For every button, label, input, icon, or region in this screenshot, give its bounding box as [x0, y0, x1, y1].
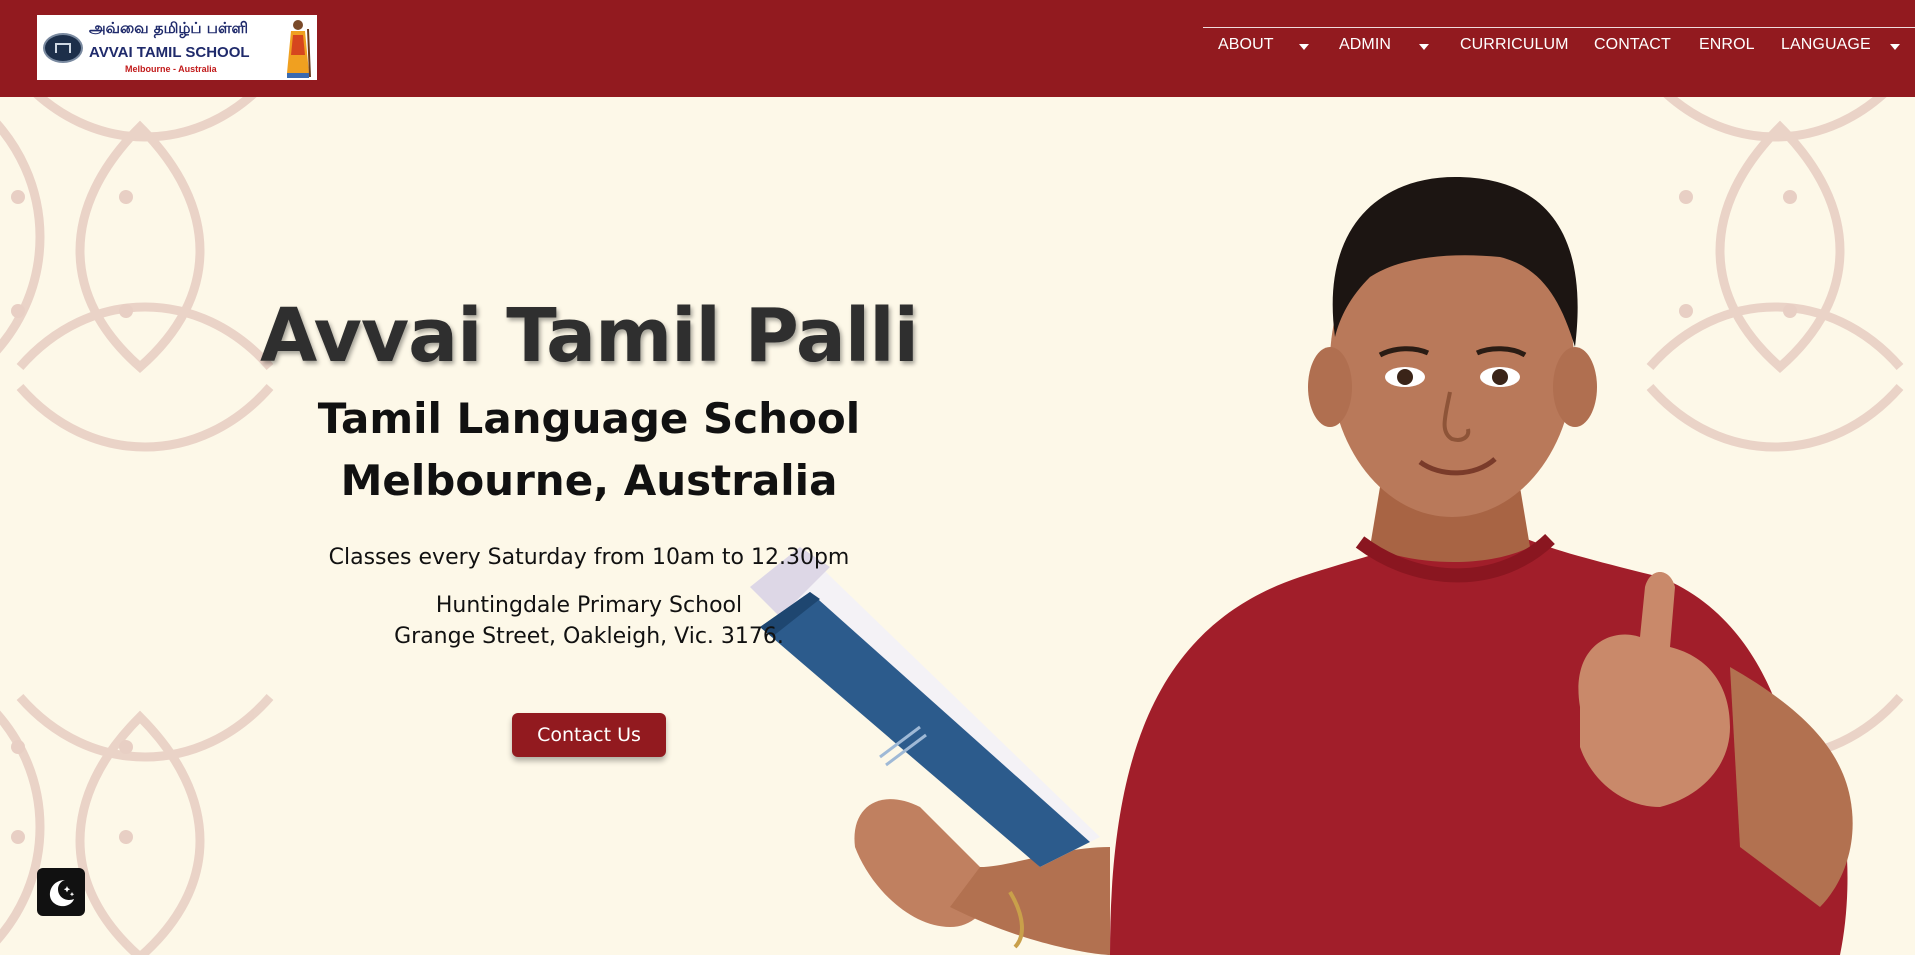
- logo-school-name: AVVAI TAMIL SCHOOL: [89, 44, 250, 61]
- admin-dropdown-caret-icon[interactable]: [1419, 44, 1429, 50]
- address-line-1: Huntingdale Primary School: [435, 593, 743, 618]
- school-address: Huntingdale Primary School Grange Street…: [200, 590, 978, 652]
- hero-section: Avvai Tamil Palli Tamil Language School …: [0, 97, 1915, 955]
- about-dropdown-caret-icon[interactable]: [1299, 44, 1309, 50]
- moon-stars-icon: [49, 880, 75, 907]
- language-dropdown-caret-icon[interactable]: [1890, 44, 1900, 50]
- logo-city: Melbourne - Australia: [125, 64, 217, 74]
- logo-tamil-text: அவ்வை தமிழ்ப் பள்ளி: [89, 19, 249, 37]
- dark-mode-toggle-button[interactable]: [37, 868, 85, 916]
- nav-item-about[interactable]: ABOUT: [1218, 36, 1274, 54]
- school-logo[interactable]: அவ்வை தமிழ்ப் பள்ளி AVVAI TAMIL SCHOOL M…: [37, 15, 317, 80]
- class-schedule: Classes every Saturday from 10am to 12.3…: [328, 545, 850, 570]
- hero-title: Avvai Tamil Palli: [260, 293, 919, 379]
- nav-item-admin[interactable]: ADMIN: [1339, 36, 1391, 54]
- contact-us-button[interactable]: Contact Us: [512, 713, 666, 757]
- subtitle-line-2: Melbourne, Australia: [340, 456, 838, 505]
- site-header: அவ்வை தமிழ்ப் பள்ளி AVVAI TAMIL SCHOOL M…: [0, 0, 1915, 97]
- hero-subtitle: Tamil Language School Melbourne, Austral…: [200, 388, 978, 512]
- nav-item-enrol[interactable]: ENROL: [1699, 36, 1755, 54]
- avvaiyar-figure-icon: [287, 20, 311, 78]
- emblem-icon: [43, 33, 83, 63]
- nav-item-curriculum[interactable]: CURRICULUM: [1460, 36, 1569, 54]
- nav-item-contact[interactable]: CONTACT: [1594, 36, 1671, 54]
- nav-divider-line: [1203, 27, 1915, 28]
- nav-item-language[interactable]: LANGUAGE: [1781, 36, 1871, 54]
- kolam-pattern-left: [0, 97, 274, 955]
- address-line-2: Grange Street, Oakleigh, Vic. 3176.: [394, 624, 784, 649]
- subtitle-line-1: Tamil Language School: [317, 394, 861, 443]
